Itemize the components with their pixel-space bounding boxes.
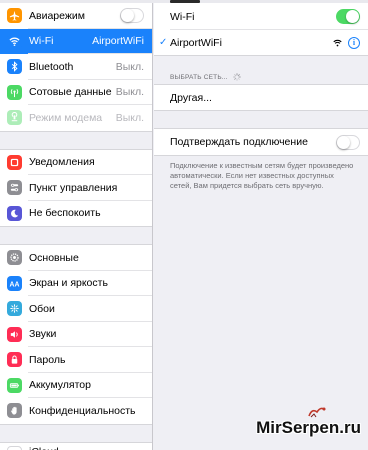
sidebar-item-label: Авиарежим xyxy=(29,9,85,22)
sidebar-item-value: Выкл. xyxy=(115,111,144,124)
sidebar-item-label: Bluetooth xyxy=(29,60,74,73)
checkmark-icon: ✓ xyxy=(159,37,168,48)
sidebar-item-wifi[interactable]: Wi-Fi AirportWiFi xyxy=(0,28,152,54)
hotspot-icon xyxy=(7,110,22,126)
sidebar-item-value: Выкл. xyxy=(115,60,144,73)
ask-to-join-group: Подтверждать подключение xyxy=(154,128,368,156)
cellular-icon xyxy=(7,84,22,100)
sidebar-item-passcode[interactable]: Пароль xyxy=(0,347,152,373)
other-network-label: Другая... xyxy=(170,91,212,104)
sidebar-group-accounts: iCloud xyxy=(0,441,152,450)
sidebar-item-wallpaper[interactable]: Обои xyxy=(0,296,152,322)
airplane-mode-toggle[interactable] xyxy=(120,8,144,24)
sidebar-item-notifications[interactable]: Уведомления xyxy=(0,150,152,175)
sidebar-item-airplane-mode[interactable]: Авиарежим xyxy=(0,3,152,29)
sidebar-item-label: Экран и яркость xyxy=(29,277,108,290)
connected-network-name: AirportWiFi xyxy=(170,36,222,49)
ask-to-join-note: Подключение к известным сетям будет прои… xyxy=(170,161,354,190)
sidebar-item-control-center[interactable]: Пункт управления xyxy=(0,175,152,201)
settings-sidebar: Авиарежим Wi-Fi AirportWiFi Bluetooth Вы… xyxy=(0,3,153,450)
icloud-icon xyxy=(7,445,22,450)
loading-spinner-icon xyxy=(233,73,241,81)
bluetooth-icon xyxy=(7,59,22,75)
hand-icon xyxy=(7,403,22,419)
sidebar-item-label: Аккумулятор xyxy=(29,379,91,392)
sidebar-item-label: Основные xyxy=(29,251,79,264)
sidebar-item-label: Сотовые данные xyxy=(29,86,112,99)
sidebar-item-label: Пункт управления xyxy=(29,181,118,194)
sidebar-item-value: Выкл. xyxy=(115,86,144,99)
airplane-icon xyxy=(7,8,22,24)
ask-to-join-toggle[interactable] xyxy=(336,134,360,150)
sidebar-item-general[interactable]: Основные xyxy=(0,245,152,271)
sidebar-item-label: Обои xyxy=(29,302,55,315)
sidebar-item-label: Пароль xyxy=(29,353,66,366)
lock-icon xyxy=(7,352,22,368)
other-network-row[interactable]: Другая... xyxy=(154,85,368,110)
sidebar-item-privacy[interactable]: Конфиденциальность xyxy=(0,398,152,424)
gear-icon xyxy=(7,250,22,266)
wifi-detail-panel: Wi-Fi ✓ AirportWiFi i ВЫБРАТЬ СЕТЬ... Др… xyxy=(154,3,368,450)
sidebar-item-label: Wi-Fi xyxy=(29,35,54,48)
choose-network-header: ВЫБРАТЬ СЕТЬ... xyxy=(154,70,368,84)
sidebar-item-icloud[interactable]: iCloud xyxy=(0,443,152,450)
wifi-icon xyxy=(7,33,22,49)
notifications-icon xyxy=(7,154,22,170)
watermark-text: MirSerpen.ru xyxy=(256,418,361,437)
svg-text:AA: AA xyxy=(10,281,20,288)
sidebar-item-hotspot[interactable]: Режим модема Выкл. xyxy=(0,105,152,131)
wallpaper-icon xyxy=(7,301,22,317)
sidebar-item-do-not-disturb[interactable]: Не беспокоить xyxy=(0,201,152,227)
choose-network-header-text: ВЫБРАТЬ СЕТЬ... xyxy=(170,73,228,81)
sidebar-item-label: Режим модема xyxy=(29,111,103,124)
sidebar-group-general: Основные AA Экран и яркость Обои Звуки П… xyxy=(0,244,152,425)
wifi-signal-icon xyxy=(333,39,342,47)
ask-to-join-row: Подтверждать подключение xyxy=(154,129,368,155)
info-icon[interactable]: i xyxy=(348,36,360,49)
sidebar-item-label: Уведомления xyxy=(29,156,95,169)
other-network-group: Другая... xyxy=(154,84,368,111)
sidebar-item-label: iCloud xyxy=(29,446,152,450)
sidebar-item-sounds[interactable]: Звуки xyxy=(0,322,152,347)
battery-icon xyxy=(7,377,22,393)
ask-to-join-label: Подтверждать подключение xyxy=(170,136,308,148)
wifi-toggle-row: Wi-Fi xyxy=(154,3,368,30)
sidebar-item-battery[interactable]: Аккумулятор xyxy=(0,373,152,398)
sidebar-item-label: Звуки xyxy=(29,328,57,341)
sidebar-item-label: Конфиденциальность xyxy=(29,404,136,417)
sidebar-item-bluetooth[interactable]: Bluetooth Выкл. xyxy=(0,54,152,80)
sidebar-item-display[interactable]: AA Экран и яркость xyxy=(0,271,152,296)
sidebar-group-connectivity: Авиарежим Wi-Fi AirportWiFi Bluetooth Вы… xyxy=(0,3,152,132)
sidebar-item-cellular[interactable]: Сотовые данные Выкл. xyxy=(0,80,152,105)
wifi-toggle[interactable] xyxy=(336,9,360,24)
wifi-label: Wi-Fi xyxy=(170,10,195,23)
control-center-icon xyxy=(7,180,22,196)
sidebar-group-notifications: Уведомления Пункт управления Не беспокои… xyxy=(0,148,152,227)
brightness-icon: AA xyxy=(7,275,22,291)
sidebar-item-value: AirportWiFi xyxy=(92,35,144,48)
sidebar-item-label: Не беспокоить xyxy=(29,207,101,220)
wifi-group: Wi-Fi ✓ AirportWiFi i xyxy=(154,3,368,56)
sounds-icon xyxy=(7,326,22,342)
connected-network-row[interactable]: ✓ AirportWiFi i xyxy=(154,30,368,55)
moon-icon xyxy=(7,205,22,221)
